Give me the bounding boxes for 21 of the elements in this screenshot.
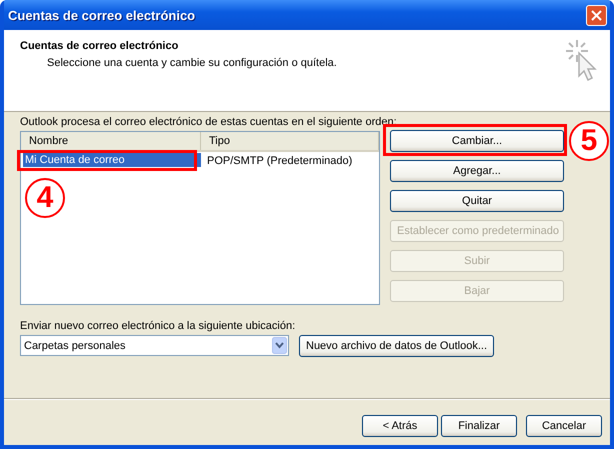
wizard-button[interactable]: Finalizar [441, 415, 517, 437]
new-data-file-button[interactable]: Nuevo archivo de datos de Outlook... [299, 335, 494, 357]
window-title: Cuentas de correo electrónico [8, 8, 196, 22]
location-dropdown[interactable]: Carpetas personales [20, 335, 289, 356]
side-button[interactable]: Quitar [390, 190, 564, 212]
header-title: Cuentas de correo electrónico [20, 40, 180, 52]
header-subtitle: Seleccione una cuenta y cambie su configuración o quítela. [47, 57, 337, 69]
close-button[interactable] [586, 4, 607, 26]
side-button[interactable]: Cambiar... [390, 130, 564, 152]
step-number: 5 [569, 121, 609, 161]
wizard-button[interactable]: Cancelar [526, 415, 602, 437]
column-header[interactable]: Nombre [21, 132, 201, 150]
close-icon [591, 10, 602, 20]
accounts-list[interactable]: Nombre Tipo Mi Cuenta de correo 4 POP/SMTP (Predeterminado) [20, 131, 380, 305]
column-header[interactable]: Tipo [201, 132, 379, 150]
table-cell[interactable]: Mi Cuenta de correo [23, 153, 201, 167]
delivery-label: Enviar nuevo correo electrónico a la siguiente ubicación: [20, 320, 296, 332]
wizard-button[interactable]: < Atrás [362, 415, 438, 437]
side-button[interactable]: Agregar... [390, 160, 564, 182]
step-number: 4 [25, 178, 65, 218]
table-cell[interactable]: POP/SMTP (Predeterminado) [201, 153, 379, 169]
